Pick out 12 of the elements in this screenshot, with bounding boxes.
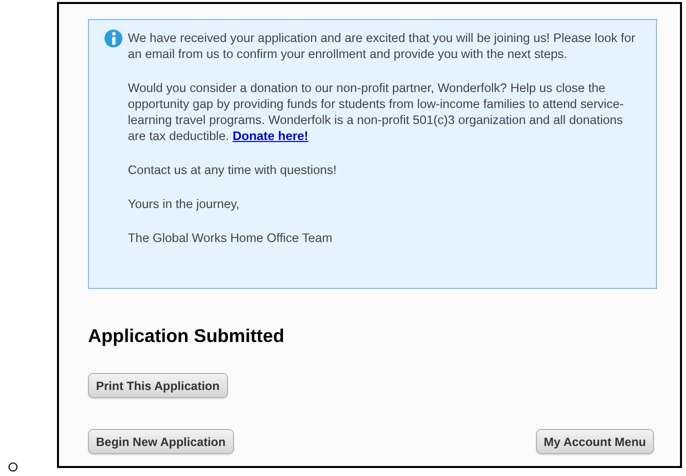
bullet-icon: [8, 462, 18, 472]
begin-application-button[interactable]: Begin New Application: [88, 429, 234, 454]
print-button[interactable]: Print This Application: [88, 373, 228, 398]
message-paragraph: We have received your application and are excited that you will be joining us! Please look for an email from us to confirm your enrollment and provide you with the next steps.: [128, 30, 636, 62]
message-paragraph: Would you consider a donation to our non-profit partner, Wonderfolk? Help us close the opportunity gap by providing funds for students from low-income families to attend service-learning travel programs. Wonderfolk is a non-profit 501(c)3 organization and all donations are tax deductible. Donate here!: [128, 80, 625, 144]
message-paragraph: The Global Works Home Office Team: [128, 230, 334, 246]
message-paragraph: Contact us at any time with questions!: [128, 162, 338, 178]
donate-link[interactable]: Donate here!: [232, 129, 308, 143]
account-menu-button[interactable]: My Account Menu: [536, 429, 654, 454]
page-heading: Application Submitted: [88, 325, 286, 347]
info-icon: [104, 29, 123, 48]
message-paragraph: Yours in the journey,: [128, 196, 240, 212]
